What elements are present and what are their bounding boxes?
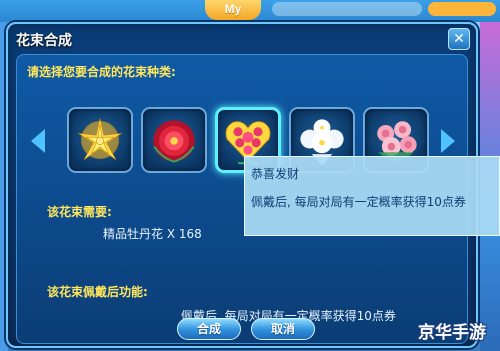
function-label: 该花束佩戴后功能:: [47, 285, 148, 299]
level-bar: [272, 2, 422, 16]
watermark-logo: 京华手游: [418, 323, 486, 343]
tooltip-title: 恭喜发财: [251, 167, 300, 181]
game-logo: My: [205, 0, 261, 20]
tooltip-body: 佩戴后, 每局对局有一定概率获得10点券: [251, 195, 466, 209]
select-prompt: 请选择您要合成的花束种类:: [27, 65, 176, 79]
game-top-bar: My: [0, 0, 500, 22]
bouquet-slot-2[interactable]: [141, 107, 207, 173]
dialog-title: 花束合成: [16, 33, 72, 49]
score-bar: [428, 2, 496, 16]
cancel-button[interactable]: 取消: [251, 318, 315, 340]
close-button[interactable]: ✕: [448, 28, 470, 50]
golden-flower-icon: [78, 118, 122, 160]
requirement-item: 精品牡丹花 X 168: [103, 227, 202, 241]
prev-arrow-button[interactable]: [31, 129, 45, 153]
bouquet-tooltip: 恭喜发财 佩戴后, 每局对局有一定概率获得10点券: [244, 156, 500, 236]
bouquet-slot-1[interactable]: [67, 107, 133, 173]
red-peony-icon: [153, 120, 195, 163]
next-arrow-button[interactable]: [441, 129, 455, 153]
synthesize-button[interactable]: 合成: [177, 318, 241, 340]
requirement-label: 该花束需要:: [47, 205, 112, 219]
